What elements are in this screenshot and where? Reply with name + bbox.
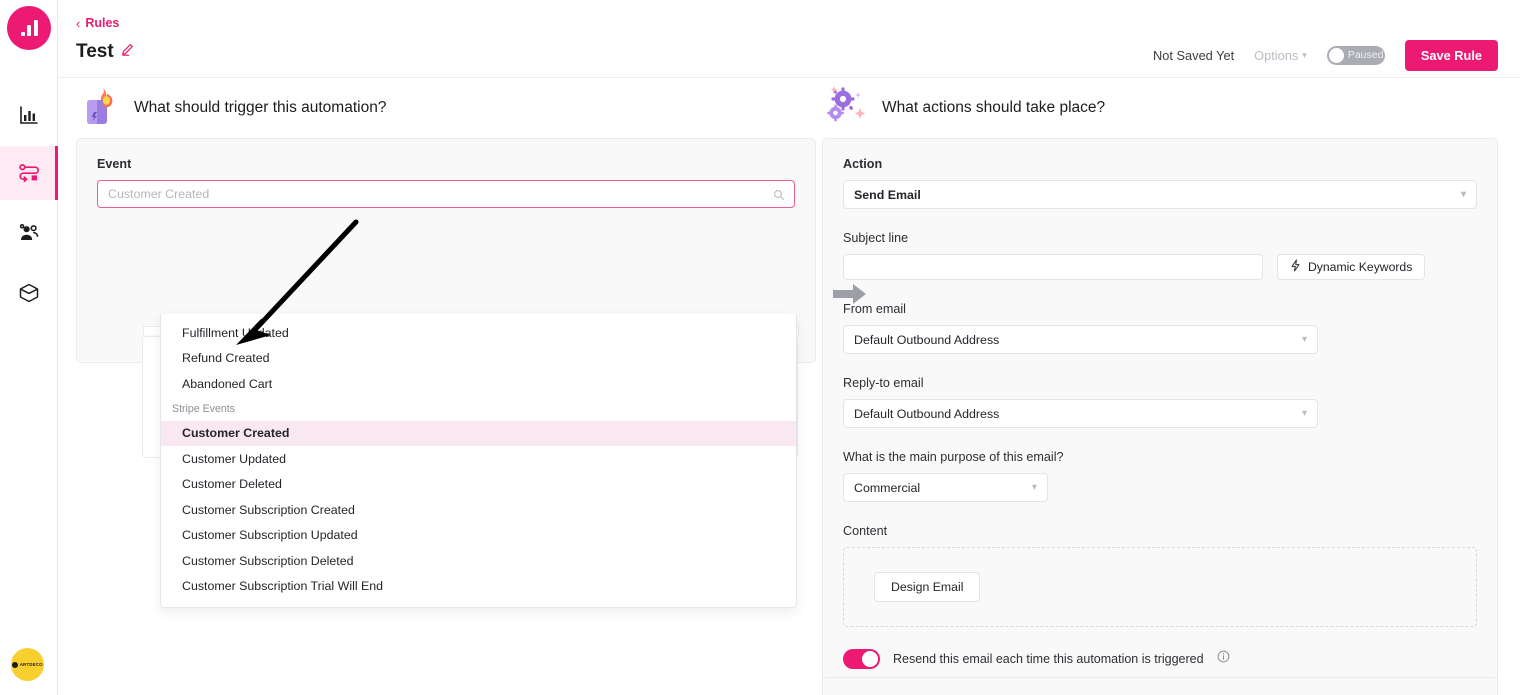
sidebar-item-products[interactable]: [0, 266, 58, 320]
action-column: What actions should take place? Action S…: [822, 78, 1498, 695]
page-title-row: Test: [76, 41, 134, 63]
next-action-card: [822, 677, 1498, 695]
contacts-icon: [18, 223, 40, 243]
event-field-label: Event: [97, 157, 132, 171]
box-icon: [18, 282, 40, 304]
dropdown-item[interactable]: Customer Subscription Created: [161, 497, 796, 523]
trigger-section-header: What should trigger this automation?: [76, 78, 816, 138]
badge-dot-icon: [12, 661, 19, 668]
resend-label: Resend this email each time this automat…: [893, 652, 1204, 666]
edit-pencil-icon[interactable]: [121, 43, 134, 61]
action-section-title: What actions should take place?: [882, 99, 1106, 116]
chevron-down-icon: ▾: [1031, 482, 1037, 493]
chevron-down-icon: ▾: [1301, 334, 1307, 345]
chevron-down-icon: ▾: [1301, 408, 1307, 419]
dropdown-item[interactable]: Customer Deleted: [161, 472, 796, 498]
from-email-label: From email: [843, 302, 906, 316]
lighter-flame-icon: [80, 84, 120, 133]
dropdown-group-label: Stripe Events: [172, 402, 236, 415]
dynamic-keywords-button[interactable]: Dynamic Keywords: [1277, 254, 1426, 280]
dropdown-item[interactable]: Refund Created: [161, 346, 796, 372]
page-title: Test: [76, 41, 114, 62]
chevron-down-icon: ▾: [1302, 50, 1307, 60]
subject-line-row: Dynamic Keywords: [843, 254, 1477, 280]
dashboard-icon: [18, 104, 40, 126]
flow-arrow-icon: [833, 283, 867, 310]
toggle-knob: [1328, 48, 1344, 63]
event-search-input[interactable]: Customer Created: [97, 180, 795, 208]
artdeco-badge[interactable]: ARTDECO: [11, 648, 44, 681]
automations-icon: [18, 163, 40, 183]
event-input-placeholder: Customer Created: [108, 187, 210, 201]
dropdown-item[interactable]: Customer Subscription Updated: [161, 523, 796, 549]
lightning-icon: [1290, 259, 1301, 275]
action-type-value: Send Email: [854, 187, 921, 202]
sidebar-item-dashboard[interactable]: [0, 88, 58, 142]
trigger-section-title: What should trigger this automation?: [134, 99, 387, 116]
action-panel: Action Send Email ▾ Subject line Dynamic…: [822, 138, 1498, 695]
chevron-left-icon: ‹: [76, 15, 81, 31]
dropdown-item[interactable]: Customer Subscription Trial Will End: [161, 574, 796, 600]
design-email-button[interactable]: Design Email: [874, 572, 981, 602]
breadcrumb-label: Rules: [85, 16, 120, 30]
sidebar-item-automations[interactable]: [0, 146, 58, 200]
email-purpose-select[interactable]: Commercial ▾: [843, 473, 1048, 502]
badge-label: ARTDECO: [19, 662, 43, 667]
toggle-knob: [862, 651, 878, 667]
chevron-down-icon: ▾: [1460, 189, 1466, 200]
save-status: Not Saved Yet: [1153, 48, 1235, 63]
options-label: Options: [1254, 48, 1299, 63]
dropdown-item[interactable]: Fulfillment Updated: [161, 320, 796, 346]
email-purpose-value: Commercial: [854, 480, 921, 495]
dropdown-item[interactable]: Abandoned Cart: [161, 371, 796, 397]
content-columns: What should trigger this automation? Eve…: [58, 78, 1520, 695]
search-icon: [773, 188, 785, 206]
subject-line-input[interactable]: [843, 254, 1263, 280]
pause-toggle-label: Paused: [1347, 49, 1384, 61]
analytics-logo[interactable]: [7, 6, 51, 50]
dropdown-item[interactable]: Customer Updated: [161, 446, 796, 472]
options-menu[interactable]: Options ▾: [1254, 48, 1307, 63]
action-field-label: Action: [843, 157, 883, 171]
save-rule-button[interactable]: Save Rule: [1404, 40, 1498, 71]
dynamic-keywords-label: Dynamic Keywords: [1308, 260, 1413, 274]
info-icon[interactable]: [1217, 650, 1230, 668]
breadcrumb-rules[interactable]: ‹ Rules: [76, 16, 119, 30]
content-label: Content: [843, 524, 888, 538]
from-email-select[interactable]: Default Outbound Address ▾: [843, 325, 1318, 354]
pause-toggle[interactable]: Paused: [1326, 46, 1385, 65]
top-bar: ‹ Rules Test Not Saved Yet Options ▾ Pau…: [58, 0, 1520, 78]
reply-to-email-select[interactable]: Default Outbound Address ▾: [843, 399, 1318, 428]
reply-to-email-value: Default Outbound Address: [854, 406, 1000, 421]
dropdown-item[interactable]: Customer Subscription Deleted: [161, 548, 796, 574]
action-type-select[interactable]: Send Email ▾: [843, 180, 1477, 209]
dropdown-item-selected[interactable]: Customer Created: [161, 420, 796, 446]
resend-row: Resend this email each time this automat…: [843, 649, 1477, 669]
top-right-controls: Not Saved Yet Options ▾ Paused Save Rule: [1153, 40, 1498, 71]
action-section-header: What actions should take place?: [822, 78, 1498, 138]
subject-line-label: Subject line: [843, 231, 909, 245]
left-nav-rail: ARTDECO: [0, 0, 58, 695]
resend-toggle[interactable]: [843, 649, 880, 669]
event-dropdown-items: Fulfillment Updated Refund Created Abandon…: [161, 320, 796, 599]
email-purpose-label: What is the main purpose of this email?: [843, 450, 1064, 464]
event-dropdown-list[interactable]: Fulfillment Updated Refund Created Abandon…: [160, 314, 797, 608]
main-area: ‹ Rules Test Not Saved Yet Options ▾ Pau…: [58, 0, 1520, 695]
sidebar-item-contacts[interactable]: [0, 206, 58, 260]
from-email-value: Default Outbound Address: [854, 332, 1000, 347]
reply-to-email-label: Reply-to email: [843, 376, 924, 390]
app-root: ARTDECO ‹ Rules Test Not Saved Yet Optio…: [0, 0, 1520, 695]
gears-sparkle-icon: [826, 84, 868, 133]
email-content-dropzone[interactable]: Design Email: [843, 547, 1477, 627]
